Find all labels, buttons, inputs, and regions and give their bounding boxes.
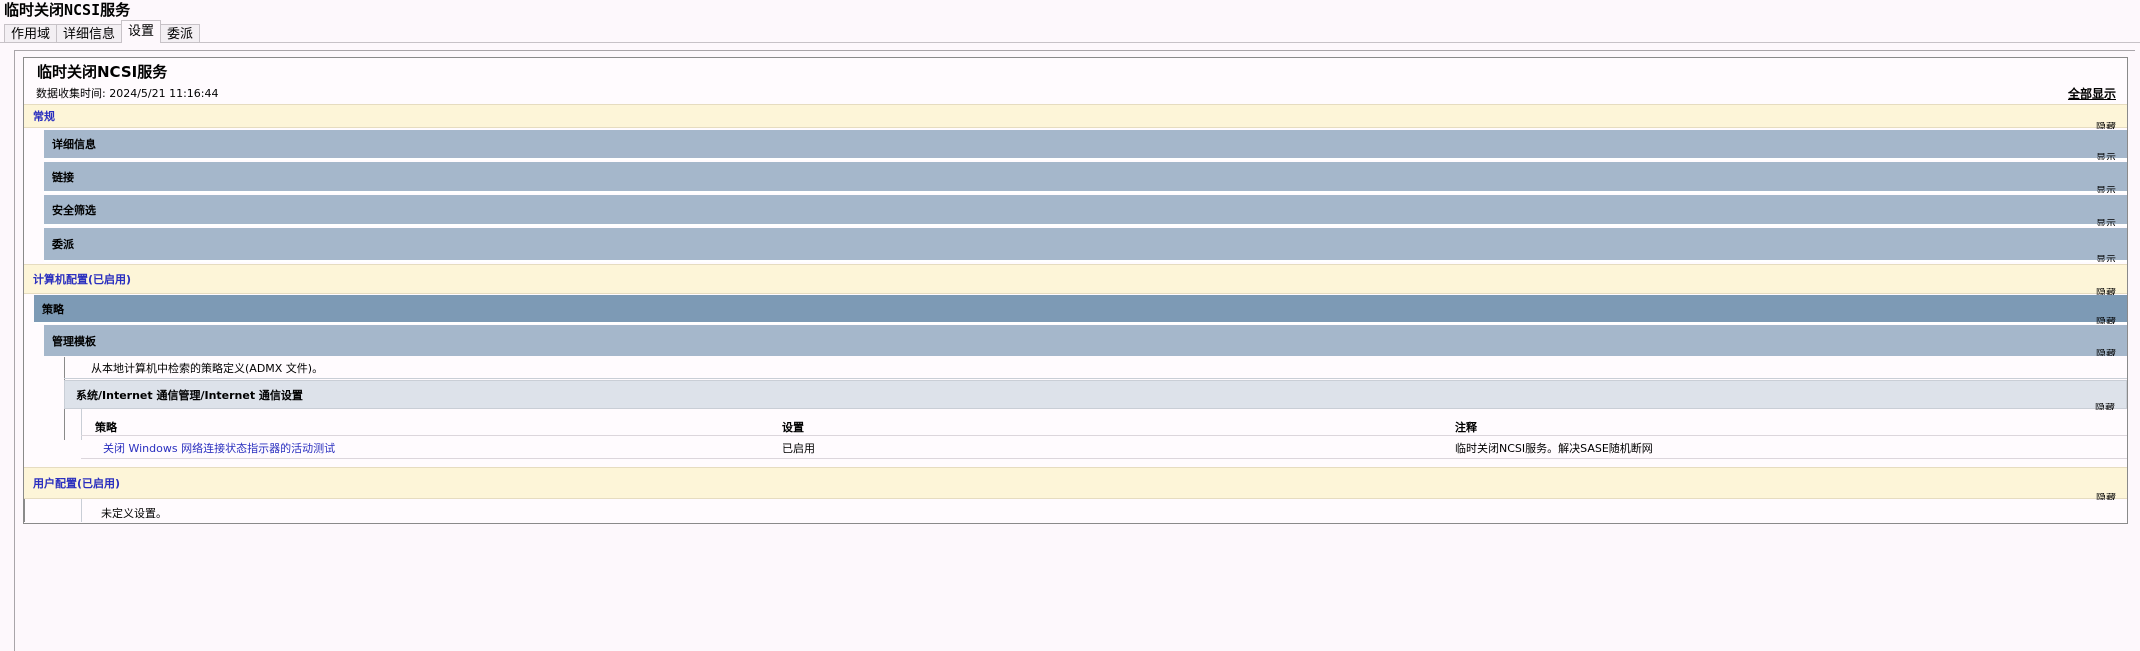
section-policies[interactable]: 策略 隐藏 (34, 295, 2127, 324)
policy-name-link[interactable]: 关闭 Windows 网络连接状态指示器的活动测试 (103, 440, 335, 456)
section-admin-templates[interactable]: 管理模板 隐藏 (44, 325, 2127, 356)
hide-toggle[interactable]: 隐藏 (2096, 122, 2116, 129)
section-computer-config[interactable]: 计算机配置(已启用) 隐藏 (24, 264, 2127, 295)
section-delegation-label: 委派 (52, 238, 74, 251)
tab-strip: 作用域 详细信息 设置 委派 (4, 20, 201, 43)
section-user-config[interactable]: 用户配置(已启用) 隐藏 (24, 467, 2127, 500)
no-settings-note: 未定义设置。 (101, 507, 167, 520)
divider (64, 378, 2127, 379)
section-admin-templates-label: 管理模板 (52, 334, 96, 348)
hide-toggle[interactable]: 隐藏 (2096, 493, 2116, 500)
show-toggle[interactable]: 显示 (2096, 153, 2116, 160)
show-toggle[interactable]: 显示 (2096, 255, 2116, 262)
table-row-divider (81, 458, 2127, 459)
section-general[interactable]: 常规 隐藏 (24, 104, 2127, 129)
show-toggle[interactable]: 显示 (2096, 219, 2116, 226)
report-title: 临时关闭NCSI服务 (37, 63, 168, 81)
show-toggle[interactable]: 显示 (2096, 186, 2116, 193)
section-security-filtering[interactable]: 安全筛选 显示 (44, 195, 2127, 226)
tab-delegation[interactable]: 委派 (160, 24, 201, 43)
section-user-config-label: 用户配置(已启用) (33, 477, 121, 490)
table-header-divider (81, 435, 2127, 436)
tab-scope[interactable]: 作用域 (4, 24, 58, 43)
admx-note: 从本地计算机中检索的策略定义(ADMX 文件)。 (91, 362, 324, 375)
policy-comment: 临时关闭NCSI服务。解决SASE随机断网 (1455, 442, 1653, 455)
data-collected-time: 数据收集时间: 2024/5/21 11:16:44 (36, 87, 219, 100)
column-header-comment: 注释 (1455, 421, 1477, 434)
tab-details[interactable]: 详细信息 (56, 24, 123, 43)
section-delegation[interactable]: 委派 显示 (44, 228, 2127, 262)
section-details[interactable]: 详细信息 显示 (44, 130, 2127, 160)
column-header-policy: 策略 (95, 421, 117, 434)
section-category-label: 系统/Internet 通信管理/Internet 通信设置 (76, 388, 303, 402)
section-computer-config-label: 计算机配置(已启用) (33, 273, 132, 286)
section-details-label: 详细信息 (52, 138, 96, 151)
tab-divider (0, 42, 2140, 43)
settings-report: 临时关闭NCSI服务 数据收集时间: 2024/5/21 11:16:44 全部… (23, 57, 2128, 524)
section-links[interactable]: 链接 显示 (44, 162, 2127, 193)
section-internet-communication-settings[interactable]: 系统/Internet 通信管理/Internet 通信设置 隐藏 (64, 380, 2127, 410)
show-all-link[interactable]: 全部显示 (2068, 85, 2116, 102)
window-title: 临时关闭NCSI服务 (4, 1, 131, 19)
tree-indent-line (81, 499, 82, 522)
section-general-label: 常规 (33, 110, 55, 123)
hide-toggle[interactable]: 隐藏 (2095, 403, 2115, 410)
column-header-setting: 设置 (782, 421, 804, 434)
hide-toggle[interactable]: 隐藏 (2096, 317, 2116, 324)
tree-indent-line (24, 499, 25, 522)
hide-toggle[interactable]: 隐藏 (2096, 288, 2116, 295)
section-security-filtering-label: 安全筛选 (52, 203, 96, 217)
section-policies-label: 策略 (42, 302, 64, 316)
tab-settings[interactable]: 设置 (121, 20, 162, 43)
hide-toggle[interactable]: 隐藏 (2096, 349, 2116, 356)
section-links-label: 链接 (52, 170, 74, 184)
policy-setting-value: 已启用 (782, 442, 815, 455)
